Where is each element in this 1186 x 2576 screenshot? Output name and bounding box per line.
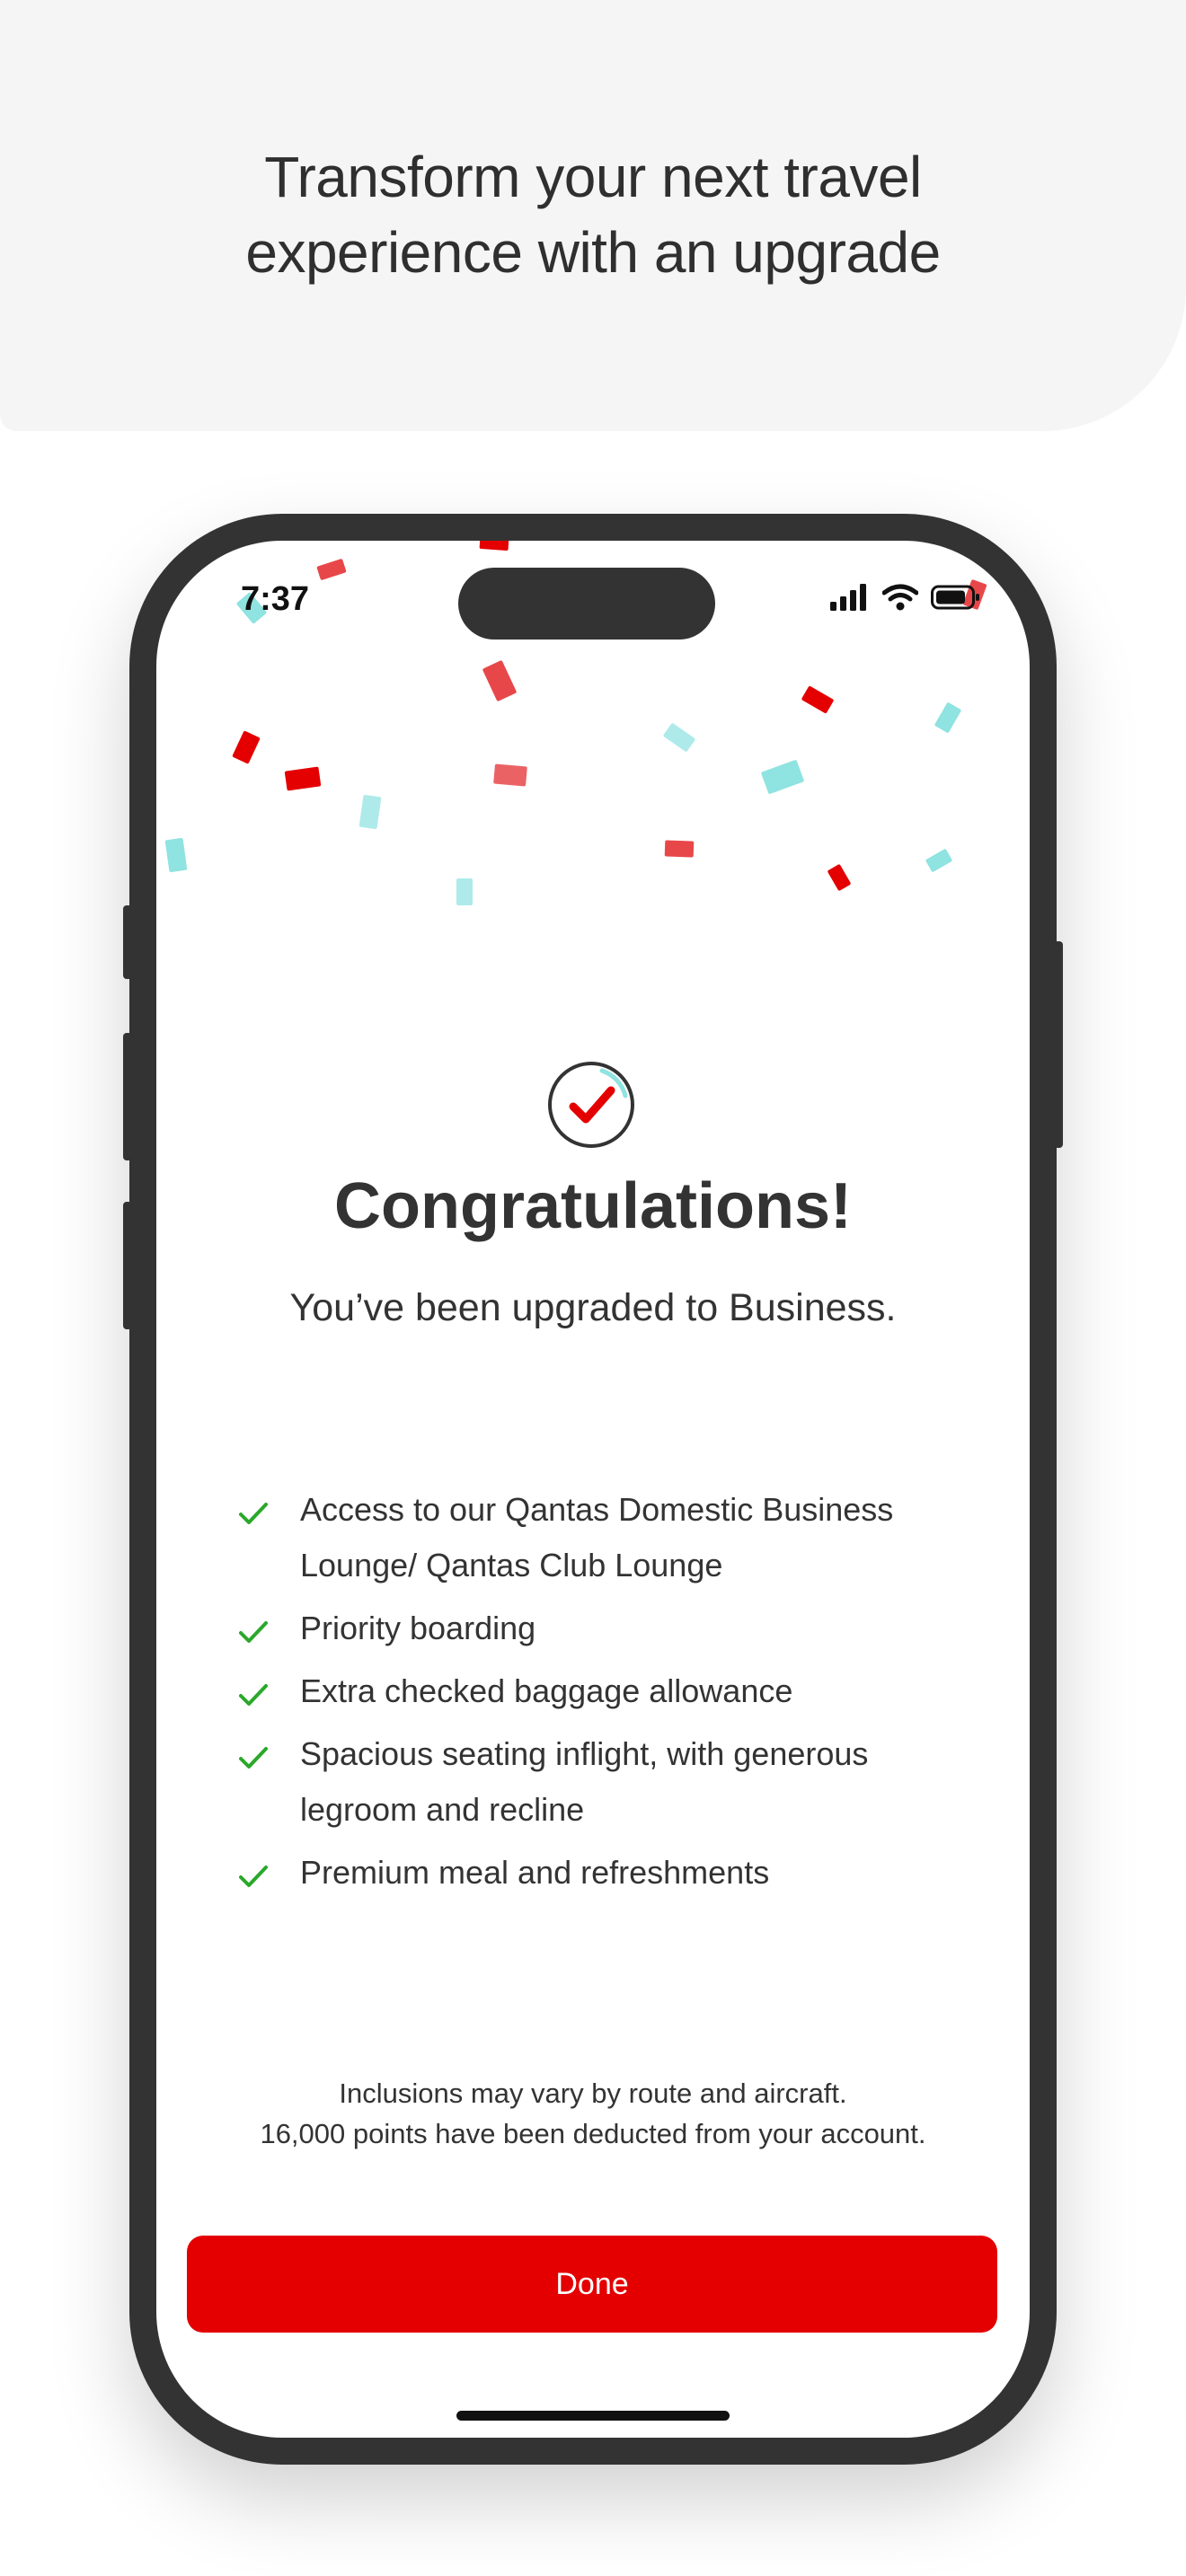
benefit-text: Priority boarding (300, 1610, 536, 1646)
confetti-piece (232, 730, 261, 764)
confetti-piece (664, 840, 695, 858)
confetti-piece (164, 837, 188, 873)
benefit-text: Premium meal and refreshments (300, 1854, 770, 1891)
benefit-item: Priority boarding (237, 1601, 974, 1656)
home-indicator[interactable] (456, 2411, 730, 2421)
confetti-piece (801, 685, 835, 714)
dynamic-island (458, 568, 715, 640)
check-icon (237, 1735, 270, 1769)
promo-headline: Transform your next travel experience wi… (0, 139, 1186, 290)
promo-headline-line2: experience with an upgrade (245, 220, 941, 285)
check-circle-icon (546, 1060, 636, 1150)
confetti-piece (358, 794, 382, 830)
confetti-piece (479, 541, 509, 551)
benefit-text: Spacious seating inflight, with generous… (300, 1735, 869, 1828)
footnote: Inclusions may vary by route and aircraf… (156, 2073, 1030, 2154)
battery-icon (931, 584, 981, 615)
confetti-piece (482, 659, 518, 702)
check-icon (237, 1491, 270, 1524)
confetti-piece (493, 763, 527, 787)
check-icon (237, 1854, 270, 1887)
benefit-item: Access to our Qantas Domestic Business L… (237, 1482, 974, 1593)
footnote-points-deducted: 16,000 points have been deducted from yo… (260, 2118, 926, 2149)
wifi-icon (881, 584, 919, 615)
confetti-piece (925, 848, 953, 873)
upgrade-subtitle: You’ve been upgraded to Business. (289, 1286, 897, 1329)
confetti-piece (284, 766, 322, 791)
confetti-piece (662, 722, 696, 753)
phone-volume-down-button (123, 1202, 132, 1329)
status-icons (830, 584, 981, 615)
benefit-item: Extra checked baggage allowance (237, 1663, 974, 1719)
status-time: 7:37 (241, 580, 310, 618)
check-icon (237, 1672, 270, 1706)
footnote-inclusions: Inclusions may vary by route and aircraf… (339, 2078, 847, 2109)
benefit-text: Access to our Qantas Domestic Business L… (300, 1491, 894, 1584)
signal-icon (830, 584, 870, 615)
benefit-item: Premium meal and refreshments (237, 1845, 974, 1901)
done-button[interactable]: Done (187, 2236, 997, 2333)
confetti-piece (827, 863, 852, 892)
check-icon (237, 1610, 270, 1643)
benefit-item: Spacious seating inflight, with generous… (237, 1726, 974, 1838)
congratulations-title: Congratulations! (334, 1170, 852, 1242)
phone-power-button (1054, 941, 1063, 1148)
phone-volume-up-button (123, 1033, 132, 1160)
benefits-list: Access to our Qantas Domestic Business L… (237, 1482, 974, 1908)
confetti-piece (456, 878, 473, 905)
phone-screen: 7:37 Congratulations! You’ve been upgrad… (156, 541, 1030, 2438)
phone-action-button (123, 905, 132, 979)
confetti-piece (760, 759, 805, 795)
confetti-piece (934, 701, 962, 734)
confetti-piece (316, 558, 347, 581)
promo-headline-line1: Transform your next travel (264, 145, 922, 209)
benefit-text: Extra checked baggage allowance (300, 1672, 793, 1709)
